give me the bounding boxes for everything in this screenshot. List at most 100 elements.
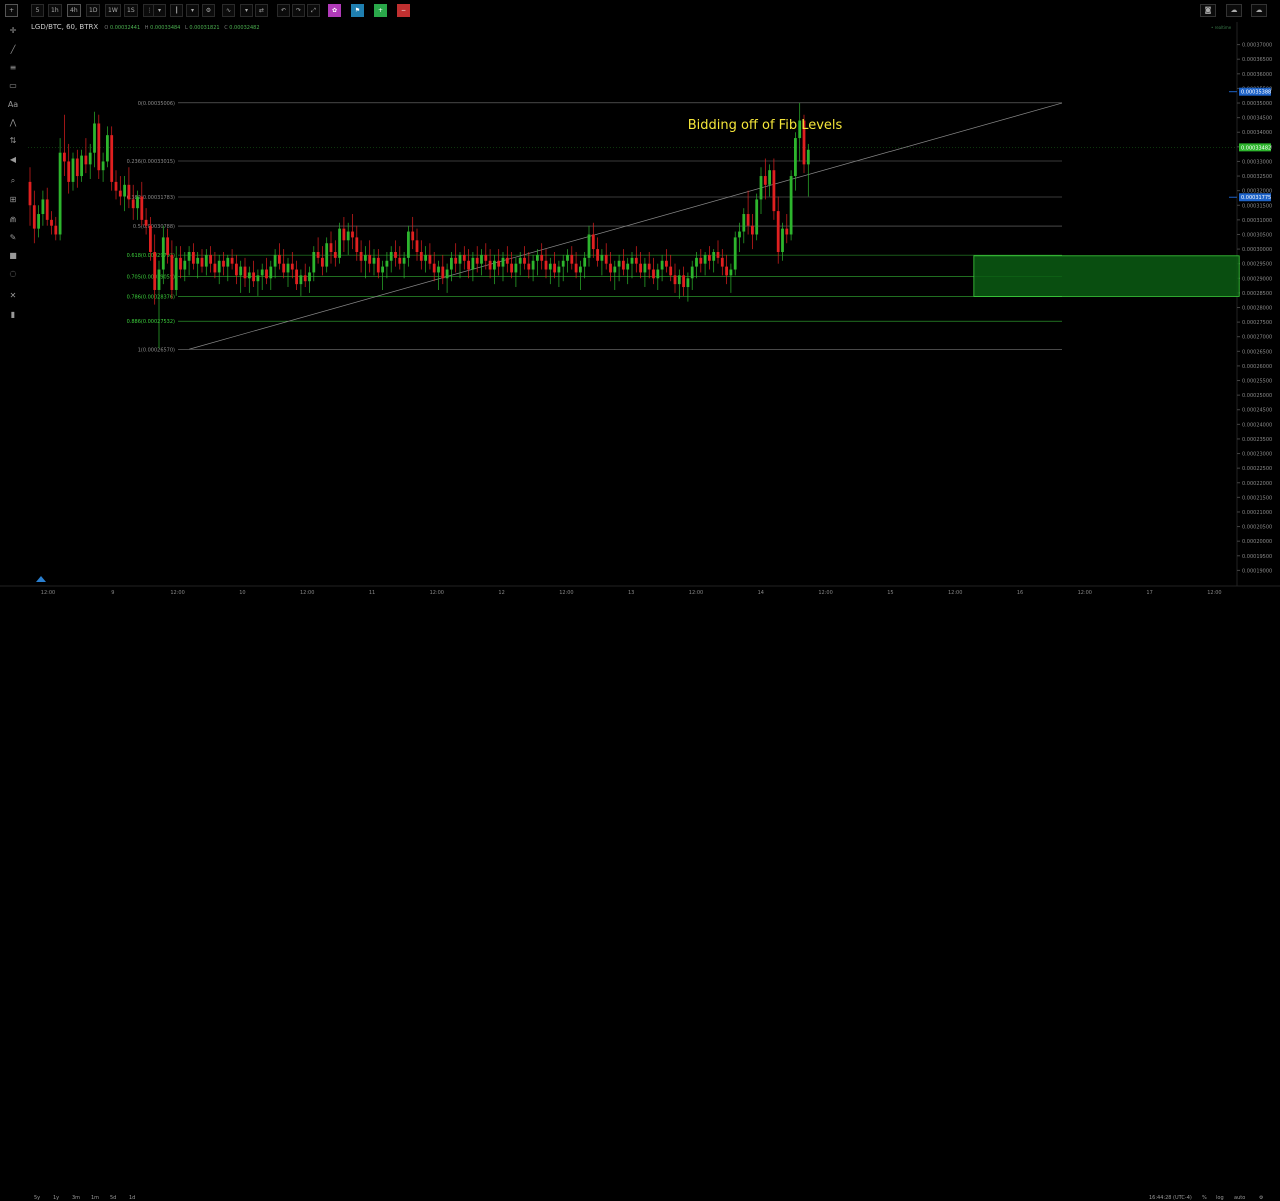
range-5y[interactable]: 5y	[34, 1195, 40, 1201]
fullscreen-icon[interactable]: ⤢	[307, 4, 320, 17]
percent-scale-button[interactable]: %	[1202, 1195, 1207, 1201]
candle-body	[609, 263, 612, 273]
alert-icon[interactable]: ⚑	[351, 4, 364, 17]
camera-icon[interactable]: ◙	[1200, 4, 1216, 17]
ohlc-values: O 0.00032441 H 0.00033484 L 0.00031821 C…	[104, 25, 260, 31]
candle-body	[402, 257, 406, 264]
visibility-icon[interactable]: ◌	[6, 268, 20, 280]
candle-body	[260, 269, 264, 276]
measure-icon[interactable]: ⊞	[6, 194, 20, 206]
compare-icon[interactable]: ⇄	[255, 4, 268, 17]
lock-icon[interactable]: ■	[6, 250, 20, 262]
candle-body	[622, 260, 625, 270]
y-tick-label: 0.00033000	[1242, 159, 1272, 165]
interval-5[interactable]: 5	[31, 4, 44, 17]
add-icon[interactable]: +	[374, 4, 387, 17]
range-3m[interactable]: 3m	[72, 1195, 80, 1201]
candle-body	[243, 266, 247, 279]
chevron-down-icon[interactable]: ▾	[240, 4, 253, 17]
candle-body	[454, 257, 458, 264]
candle-body	[299, 275, 303, 285]
interval-4h[interactable]: 4h	[67, 4, 81, 17]
candle-body	[643, 263, 647, 273]
candle-body	[372, 257, 376, 264]
candle-body	[566, 254, 569, 261]
close-icon[interactable]: ✕	[6, 290, 20, 302]
candle-body	[93, 123, 96, 153]
trendline-icon[interactable]: ╱	[6, 44, 20, 56]
y-tick-label: 0.00022000	[1242, 481, 1272, 487]
log-scale-button[interactable]: log	[1216, 1195, 1224, 1201]
y-tick-label: 0.00032500	[1242, 174, 1272, 180]
y-tick-label: 0.00025000	[1242, 393, 1272, 399]
chart-title: Bidding off of Fib Levels	[688, 118, 843, 133]
y-tick-label: 0.00036500	[1242, 57, 1272, 63]
y-tick-label: 0.00022500	[1242, 466, 1272, 472]
chart-style-icon[interactable]: ┃	[170, 4, 183, 17]
y-tick-label: 0.00029500	[1242, 262, 1272, 268]
prediction-icon[interactable]: ⇅	[6, 135, 20, 147]
zoom-icon[interactable]: ⌕	[6, 175, 20, 187]
indicators-icon[interactable]: ∿	[222, 4, 235, 17]
candle-body	[514, 263, 518, 273]
text-icon[interactable]: Aa	[6, 99, 20, 111]
auto-scale-button[interactable]: auto	[1234, 1195, 1245, 1201]
candle-body	[458, 254, 462, 264]
candle-body	[273, 254, 277, 267]
cursor-icon[interactable]: ✛	[6, 25, 20, 37]
candle-body	[596, 249, 599, 261]
pattern-icon[interactable]: ⋀	[6, 117, 20, 129]
chevron-down-icon[interactable]: ▾	[153, 4, 166, 17]
interval-1h[interactable]: 1h	[48, 4, 62, 17]
range-1m[interactable]: 1m	[91, 1195, 99, 1201]
back-arrow-icon[interactable]: ◀	[6, 154, 20, 166]
interval-1s[interactable]: 1S	[124, 4, 138, 17]
price-label: 0.00033482	[1241, 145, 1271, 151]
cloud-download-icon[interactable]: ☁	[1226, 4, 1242, 17]
rectangle-icon[interactable]: ▭	[6, 80, 20, 92]
candlestick-chart[interactable]: 0.000370000.000365000.000360000.00035500…	[0, 0, 1280, 616]
symbol-legend: LGD/BTC, 60, BTRX O 0.00032441 H 0.00033…	[31, 23, 263, 31]
candle-body	[720, 257, 724, 267]
candle-body	[518, 257, 522, 264]
fib-level-label: 0.236(0.00033015)	[127, 159, 175, 165]
publish-icon[interactable]: ✿	[328, 4, 341, 17]
symbol-label[interactable]: LGD/BTC, 60, BTRX	[31, 23, 98, 31]
candle-body	[553, 263, 556, 273]
range-1y[interactable]: 1y	[53, 1195, 59, 1201]
candle-body	[230, 257, 234, 264]
candle-body	[583, 257, 587, 267]
candle-body	[467, 260, 470, 270]
gear-icon[interactable]: ⚙	[1259, 1195, 1263, 1201]
crosshair-icon[interactable]: +	[5, 4, 18, 17]
candle-body	[471, 257, 475, 270]
chevron-down-icon[interactable]: ▾	[186, 4, 199, 17]
candle-body	[544, 260, 548, 270]
candle-body	[97, 123, 101, 171]
candle-body	[153, 252, 157, 290]
pencil-icon[interactable]: ✎	[6, 232, 20, 244]
range-1d[interactable]: 1d	[129, 1195, 135, 1201]
candle-body	[290, 263, 294, 270]
interval-1d[interactable]: 1D	[86, 4, 101, 17]
trash-icon[interactable]: ▮	[6, 309, 20, 321]
undo-icon[interactable]: ↶	[277, 4, 290, 17]
candle-body	[488, 260, 492, 270]
y-tick-label: 0.00021000	[1242, 510, 1272, 516]
candle-body	[213, 263, 217, 273]
settings-icon[interactable]: ⚙	[202, 4, 215, 17]
candle-body	[278, 254, 281, 264]
candle-body	[174, 257, 178, 290]
magnet-icon[interactable]: ⋒	[6, 214, 20, 226]
candle-body	[579, 266, 582, 273]
candle-body	[123, 184, 126, 197]
range-5d[interactable]: 5d	[110, 1195, 116, 1201]
candle-body	[329, 243, 333, 252]
fib-retracement-icon[interactable]: ≡	[6, 62, 20, 74]
candle-body	[355, 237, 359, 252]
cloud-upload-icon[interactable]: ☁	[1251, 4, 1267, 17]
redo-icon[interactable]: ↷	[292, 4, 305, 17]
remove-icon[interactable]: −	[397, 4, 410, 17]
candle-body	[742, 214, 746, 232]
interval-1w[interactable]: 1W	[105, 4, 121, 17]
